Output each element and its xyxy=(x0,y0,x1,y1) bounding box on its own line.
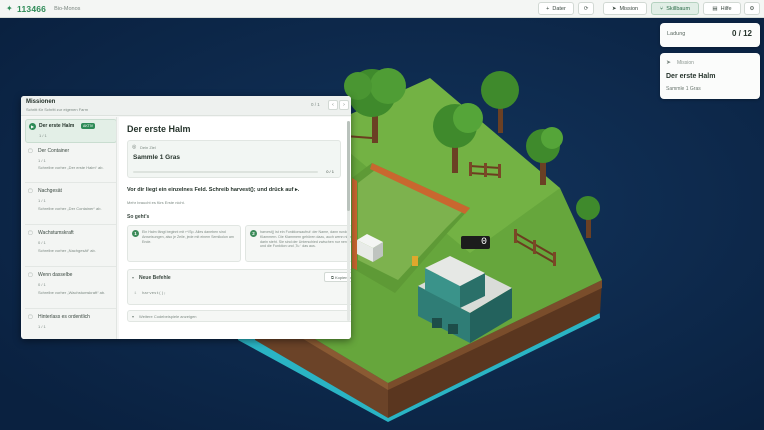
plus-icon: + xyxy=(546,5,550,12)
branch-icon: ⑂ xyxy=(659,5,664,12)
skilltree-button-label: Skillbaum xyxy=(666,5,691,12)
copy-icon: ⧉ xyxy=(331,275,334,280)
mission-item-progress: 0 / 1 xyxy=(38,240,46,245)
mission-item-desc: Schreibe vorher „Der Container“ ab. xyxy=(38,206,102,211)
mission-item-progress: 1 / 1 xyxy=(39,133,47,138)
prev-button[interactable]: ‹ xyxy=(328,100,338,110)
gear-icon: ⚙ xyxy=(749,5,755,12)
intro-subtext: Mehr braucht es fürs Erste nicht. xyxy=(127,200,185,205)
step-card: 2 harvest() ist ein Funktionsaufruf: der… xyxy=(245,225,351,262)
leaf-icon: ✦ xyxy=(6,3,13,13)
missions-window: Missionen Schritt für Schritt zur eigene… xyxy=(21,96,351,339)
step-text: Ein Halm fängt beginnt mit ↵/Sp. Alles d… xyxy=(142,230,234,244)
send-icon: ➤ xyxy=(611,5,617,12)
sync-icon: ⟳ xyxy=(583,5,589,12)
step-number: 2 xyxy=(250,230,257,237)
app-subtitle: Bio-Monos xyxy=(54,5,81,12)
mission-button[interactable]: ➤ Mission xyxy=(603,2,647,15)
mission-item-title: Der Container xyxy=(38,148,70,154)
sync-button[interactable]: ⟳ xyxy=(578,2,594,15)
goal-label: Dein Ziel xyxy=(140,145,156,150)
mission-item-title: Wenn dasselbe xyxy=(38,272,73,278)
mission-item-progress: 1 / 1 xyxy=(38,158,46,163)
line-number: 1 xyxy=(134,292,137,296)
delete-button-label: Dater xyxy=(552,5,566,12)
goal-box: ◎ Dein Ziel Sammle 1 Gras 0 / 1 xyxy=(127,140,341,178)
mission-card[interactable]: ➤ Mission Der erste Halm Sammle 1 Gras xyxy=(660,53,760,99)
delete-button[interactable]: + Dater xyxy=(538,2,574,15)
mission-item-progress: 1 / 1 xyxy=(38,324,46,329)
lock-icon: ▢ xyxy=(28,148,33,154)
lock-icon: ▢ xyxy=(28,188,33,194)
new-commands-box: ▾ Neue Befehle ⧉ Kopieren 1 harvest(); xyxy=(127,269,351,305)
mission-item-title: Hinterlass es ordentlich xyxy=(38,314,90,320)
lock-icon: ▢ xyxy=(28,272,33,278)
mission-card-goal: Sammle 1 Gras xyxy=(666,86,701,92)
mission-item-title: Der erste Halm xyxy=(39,123,75,129)
goal-progress-bar xyxy=(133,171,318,173)
mission-list-item[interactable]: ▶ Der erste Halm AKTIV 1 / 1 xyxy=(25,119,116,143)
mission-item-title: Nachgesät xyxy=(38,188,62,194)
detail-title: Der erste Halm xyxy=(127,124,191,134)
missions-subtitle: Schritt für Schritt zur eigenen Farm xyxy=(26,107,89,112)
active-badge: AKTIV xyxy=(81,123,96,129)
play-icon: ▶ xyxy=(29,123,36,130)
chevron-down-icon: ▾ xyxy=(132,314,135,319)
mission-list-item[interactable]: ▢ Nachgesät 1 / 1 Schreibe vorher „Der C… xyxy=(25,185,116,225)
cargo-status-card: Ladung 0 / 12 xyxy=(660,23,760,47)
goal-progress: 0 / 1 xyxy=(326,169,334,174)
mission-card-label: Mission xyxy=(677,60,694,66)
missions-title: Missionen xyxy=(26,99,56,105)
send-icon: ➤ xyxy=(666,60,672,66)
step-number: 1 xyxy=(132,230,139,237)
more-examples-label: Weitere Codebeispiele anzeigen xyxy=(139,314,197,319)
mission-list-item[interactable]: ▢ Der Container 1 / 1 Schreibe vorher „D… xyxy=(25,145,116,183)
mission-item-title: Wachstumskraft xyxy=(38,230,74,236)
help-button[interactable]: ▤ Hilfe xyxy=(703,2,741,15)
mission-list-item[interactable]: ▢ Wenn dasselbe 0 / 1 Schreibe vorher „W… xyxy=(25,269,116,309)
missions-counter: 0 / 1 xyxy=(311,102,320,107)
machine-counter-display: 0 xyxy=(461,236,490,249)
lock-icon: ▢ xyxy=(28,314,33,320)
next-button[interactable]: › xyxy=(339,100,349,110)
mission-button-label: Mission xyxy=(619,5,639,12)
mission-card-title: Der erste Halm xyxy=(666,73,716,80)
lock-icon: ▢ xyxy=(28,230,33,236)
book-icon: ▤ xyxy=(712,5,718,12)
mission-list: ▶ Der erste Halm AKTIV 1 / 1 ▢ Der Conta… xyxy=(23,117,117,339)
mission-list-item[interactable]: ▢ Hinterlass es ordentlich 1 / 1 xyxy=(25,311,116,339)
target-icon: ◎ xyxy=(132,144,137,150)
intro-text: Vor dir liegt ein einzelnes Feld. Schrei… xyxy=(127,187,300,193)
mission-item-progress: 0 / 1 xyxy=(38,282,46,287)
top-bar: ✦ 113466 Bio-Monos + Dater ⟳ ➤ Mission ⑂… xyxy=(0,0,764,18)
new-commands-label: Neue Befehle xyxy=(139,275,171,281)
mission-item-desc: Schreibe vorher „Nachgesät“ ab. xyxy=(38,248,96,253)
machine-counter-value: 0 xyxy=(480,237,487,248)
score-value: 113466 xyxy=(17,3,47,14)
skilltree-button[interactable]: ⑂ Skillbaum xyxy=(651,2,699,15)
howto-heading: So geht's xyxy=(127,214,150,220)
cargo-label: Ladung xyxy=(667,31,686,37)
step-card: 1 Ein Halm fängt beginnt mit ↵/Sp. Alles… xyxy=(127,225,241,262)
code-snippet: harvest(); xyxy=(142,292,167,296)
mission-list-item[interactable]: ▢ Wachstumskraft 0 / 1 Schreibe vorher „… xyxy=(25,227,116,267)
mission-item-progress: 1 / 1 xyxy=(38,198,46,203)
mission-detail: Der erste Halm ◎ Dein Ziel Sammle 1 Gras… xyxy=(119,117,351,339)
scrollbar-thumb[interactable] xyxy=(347,121,350,211)
mission-item-desc: Schreibe vorher „Der erste Halm“ ab. xyxy=(38,165,104,170)
cargo-value: 0 / 12 xyxy=(731,29,752,38)
help-button-label: Hilfe xyxy=(720,5,732,12)
more-examples-toggle[interactable]: ▾ Weitere Codebeispiele anzeigen xyxy=(127,310,351,322)
mission-item-desc: Schreibe vorher „Wachstumskraft“ ab. xyxy=(38,290,106,295)
step-text: harvest() ist ein Funktionsaufruf: der N… xyxy=(260,230,351,249)
settings-button[interactable]: ⚙ xyxy=(744,2,760,15)
missions-window-header[interactable]: Missionen Schritt für Schritt zur eigene… xyxy=(21,96,351,116)
goal-text: Sammle 1 Gras xyxy=(133,154,180,161)
score-display: ✦ 113466 xyxy=(6,4,46,14)
chevron-down-icon: ▾ xyxy=(132,275,135,280)
